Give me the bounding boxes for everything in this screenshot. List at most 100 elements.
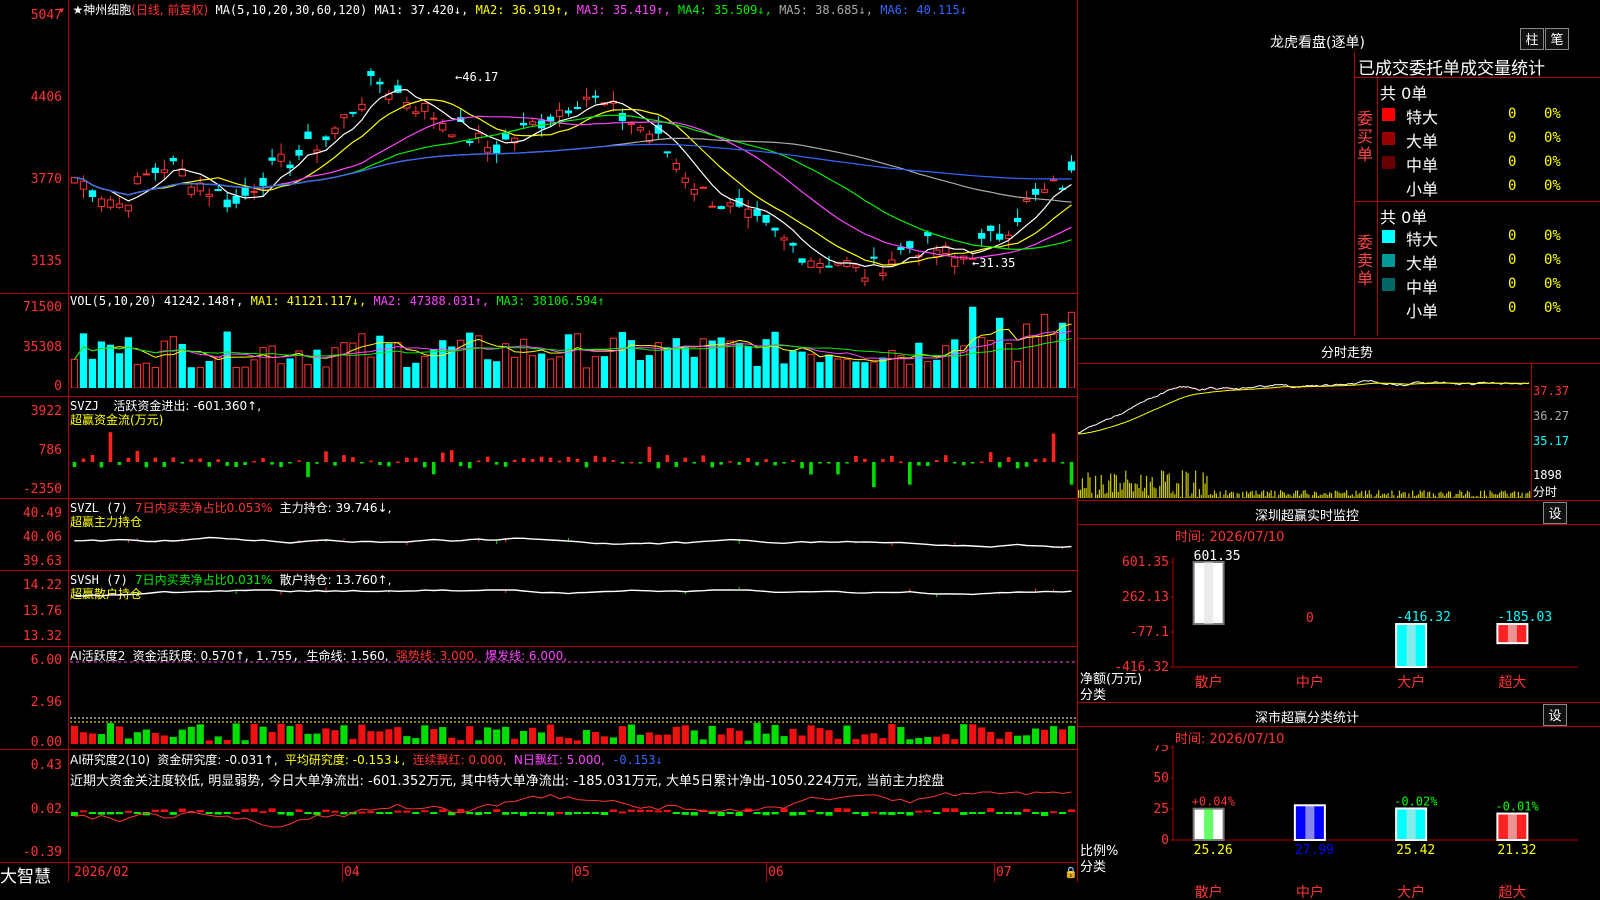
candle-body [79, 180, 88, 190]
candle-body [708, 205, 716, 208]
minute-volume-bar [1430, 497, 1433, 498]
minute-volume-bar [1466, 490, 1469, 498]
divider [1077, 500, 1600, 501]
flow-bar [405, 457, 409, 462]
money-flow-chart[interactable] [70, 398, 1076, 497]
minute-volume-bar [1525, 493, 1527, 498]
activity-bar [1040, 729, 1049, 744]
minute-volume-bar [1344, 492, 1346, 498]
order-color-swatch [1382, 230, 1395, 243]
flow-bar [458, 462, 463, 467]
volume-bar [897, 355, 905, 388]
bar-value-label: -185.03 [1497, 610, 1552, 625]
bar-highlight [1204, 808, 1214, 840]
minute-volume-bar [1304, 490, 1306, 498]
candle-body [825, 265, 833, 268]
volume-chart[interactable] [70, 306, 1076, 388]
axis-tick-label: 75 [1153, 745, 1169, 755]
stats-bar-chart[interactable]: 75 50 25 0 25.26 +0.04% 散户 27.99 中户 25.42 -0.02% 大户… [1078, 745, 1598, 900]
volume-bar [277, 363, 285, 388]
minute-volume-bar [1229, 492, 1231, 498]
ai-active-axis-label: 0.00 [30, 735, 62, 750]
activity-bar [609, 737, 618, 744]
minute-volume-bar [1298, 495, 1301, 498]
minute-trend-chart[interactable] [1078, 364, 1531, 498]
minute-volume-bar [1121, 489, 1123, 498]
minute-volume-bar [1145, 475, 1148, 498]
trade-mode-button[interactable]: 笔 [1545, 28, 1569, 50]
candle-body [367, 71, 375, 77]
minute-volume-bar [1446, 493, 1448, 498]
candle-body [726, 202, 734, 207]
minute-volume-bar [1245, 491, 1248, 498]
retail-holding-chart[interactable] [70, 584, 1076, 644]
research-bar [88, 812, 97, 814]
activity-bar [726, 728, 734, 744]
activity-bar [439, 727, 447, 744]
candle-body [978, 232, 986, 239]
research-bar [331, 810, 339, 813]
research-bar [115, 812, 123, 815]
activity-bar [690, 730, 698, 744]
research-bar [708, 812, 716, 814]
candle-body [1031, 188, 1040, 195]
monitor-bar-chart[interactable]: 601.35262.13-77.1-416.32601.35散户0中户-416.… [1078, 545, 1598, 700]
ai-activity-chart[interactable] [70, 660, 1076, 746]
candle-body [672, 162, 680, 170]
minute-volume-bar [1291, 496, 1293, 498]
candle-body [618, 113, 627, 122]
volume-bar [1004, 343, 1013, 388]
bar-highlight [1406, 808, 1416, 840]
minute-volume-bar [1472, 495, 1474, 498]
minute-volume-bar [1111, 492, 1114, 498]
date-axis-label: 06 [768, 865, 784, 880]
lock-icon[interactable]: 🔒 [1064, 866, 1078, 879]
main-holding-chart[interactable] [70, 510, 1076, 568]
research-bar [277, 812, 285, 815]
minute-volume-bar [1427, 492, 1429, 498]
volume-bar [142, 362, 150, 388]
ma5-line [74, 137, 1072, 203]
candle-body [564, 110, 573, 114]
candle-body [1067, 161, 1076, 171]
ai-research-chart[interactable] [70, 788, 1076, 860]
minute-volume-bar [1510, 493, 1512, 498]
minute-volume-bar [1123, 482, 1125, 498]
research-bar [1031, 812, 1040, 814]
minute-volume-bar [1485, 495, 1487, 498]
research-bar [214, 812, 222, 815]
monitor-settings-button[interactable]: 设 [1543, 502, 1567, 524]
category-label: 中户 [1296, 674, 1324, 691]
star-icon[interactable]: ★ [72, 3, 83, 17]
candlestick-chart[interactable] [70, 14, 1076, 292]
svsh-axis-label: 13.32 [22, 629, 62, 644]
stats-settings-button[interactable]: 设 [1543, 704, 1567, 726]
research-bar [546, 812, 555, 816]
research-bar [133, 812, 141, 814]
axis-tick-label: -77.1 [1130, 625, 1169, 640]
candle-body [286, 164, 294, 169]
minute-volume-bar [1208, 494, 1210, 498]
research-bar [753, 812, 761, 815]
bar-mode-button[interactable]: 柱 [1520, 28, 1544, 50]
order-stats-tabs[interactable]: 已成交委托单成交量统计 [1358, 54, 1545, 79]
research-bar [618, 811, 626, 814]
stock-name[interactable]: 神州细胞 [83, 3, 131, 17]
volume-bar [160, 340, 168, 388]
activity-bar [654, 734, 662, 744]
monitor-time: 时间: 2026/07/10 [1175, 530, 1285, 545]
ma1-line [74, 89, 1072, 268]
ma2-value: MA2: 36.919↑, [475, 3, 570, 17]
minute-volume-bar [1491, 492, 1493, 498]
bar-highlight [1204, 562, 1214, 625]
price-axis-label: 3770 [30, 172, 62, 187]
flow-bar [845, 462, 849, 464]
volume-bar [295, 350, 303, 388]
bar-highlight [1406, 624, 1416, 667]
minute-volume-bar [1261, 491, 1263, 498]
minute-volume-bar [1312, 495, 1314, 498]
minute-volume-bar [1330, 493, 1333, 498]
order-color-swatch [1382, 180, 1395, 193]
flow-bar [1006, 457, 1011, 462]
research-bar [1023, 808, 1031, 812]
